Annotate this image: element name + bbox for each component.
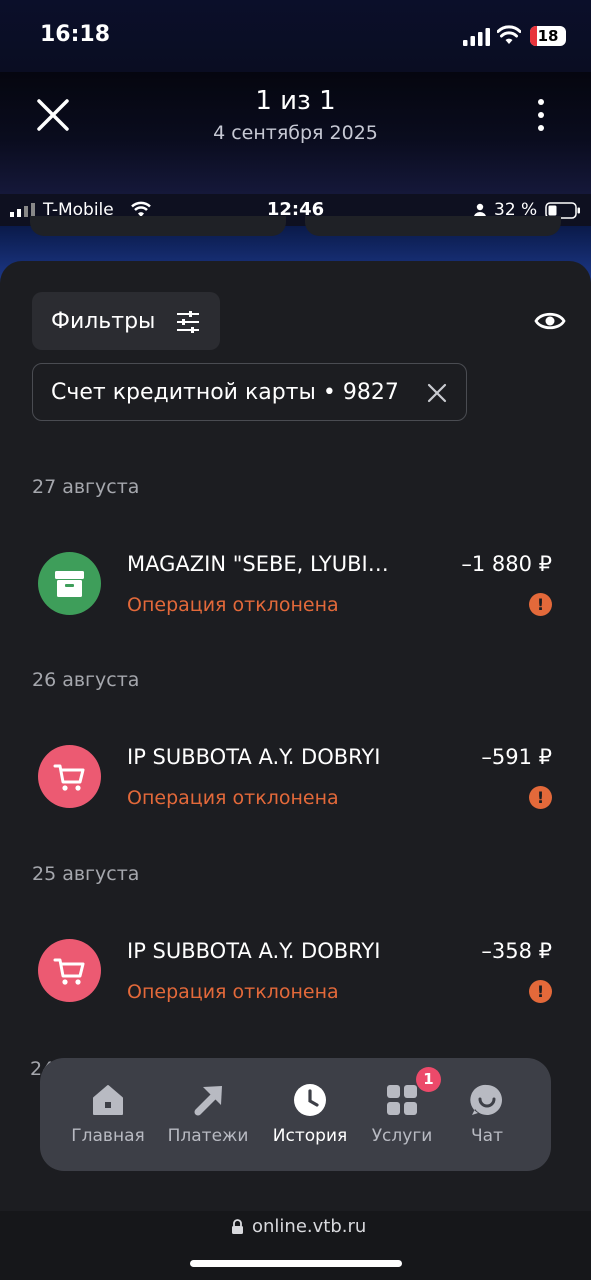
account-card-partial[interactable] — [30, 216, 286, 236]
transaction-status: Операция отклонена — [127, 787, 339, 809]
bottom-tab-bar: Главная Платежи История Услуги Чат 1 — [40, 1058, 551, 1171]
notification-badge: 1 — [416, 1067, 441, 1092]
browser-url-bar[interactable]: online.vtb.ru — [0, 1211, 591, 1280]
transaction-status: Операция отклонена — [127, 981, 339, 1003]
tab-history-label: История — [272, 1126, 348, 1146]
merchant-name: MAGAZIN "SEBE, LYUBI… — [127, 552, 389, 576]
filters-label: Фильтры — [51, 308, 156, 334]
chat-smile-icon — [470, 1084, 502, 1115]
tab-home-label: Главная — [71, 1126, 145, 1146]
person-icon — [474, 203, 486, 217]
warning-icon: ! — [529, 980, 552, 1003]
clock-icon — [294, 1084, 326, 1116]
date-header: 27 августа — [32, 476, 140, 498]
tab-history[interactable]: История — [266, 1058, 354, 1171]
wifi-icon — [497, 25, 521, 44]
shopping-cart-icon — [38, 939, 101, 1002]
date-header: 25 августа — [32, 863, 140, 885]
date-header: 26 августа — [32, 669, 140, 691]
battery-indicator: 18 — [530, 26, 566, 46]
active-filter-label: Счет кредитной карты • 9827 — [51, 379, 399, 405]
more-options-icon[interactable] — [531, 98, 551, 132]
merchant-name: IP SUBBOTA A.Y. DOBRYI — [127, 745, 381, 769]
transaction-amount: –591 ₽ — [481, 745, 552, 769]
tab-chat[interactable]: Чат — [456, 1058, 518, 1171]
merchant-name: IP SUBBOTA A.Y. DOBRYI — [127, 939, 381, 963]
active-filter-chip[interactable]: Счет кредитной карты • 9827 — [32, 363, 467, 421]
home-icon — [93, 1085, 123, 1115]
filters-button[interactable]: Фильтры — [32, 292, 220, 350]
archive-box-icon — [38, 552, 101, 615]
shopping-cart-icon — [38, 745, 101, 808]
photo-viewer-header: 1 из 1 4 сентября 2025 — [0, 72, 591, 194]
outer-status-bar: 16:18 18 — [0, 0, 591, 72]
sliders-icon — [177, 311, 199, 333]
tab-payments[interactable]: Платежи — [164, 1058, 252, 1171]
viewer-title: 1 из 1 — [255, 86, 336, 116]
grid-icon — [387, 1085, 417, 1115]
tab-services-label: Услуги — [371, 1126, 433, 1146]
transaction-amount: –1 880 ₽ — [461, 552, 552, 576]
viewer-date: 4 сентября 2025 — [213, 122, 378, 144]
url-text: online.vtb.ru — [252, 1216, 367, 1237]
arrow-icon — [194, 1086, 222, 1116]
warning-icon: ! — [529, 593, 552, 616]
home-indicator[interactable] — [190, 1260, 402, 1267]
outer-time: 16:18 — [40, 22, 111, 47]
cellular-signal-icon — [463, 28, 490, 46]
eye-icon[interactable] — [534, 305, 566, 337]
account-card-partial[interactable] — [305, 216, 561, 236]
tab-chat-label: Чат — [471, 1126, 503, 1146]
lock-icon — [232, 1219, 243, 1234]
chip-close-icon[interactable] — [427, 383, 447, 403]
tab-payments-label: Платежи — [167, 1126, 249, 1146]
tab-home[interactable]: Главная — [68, 1058, 148, 1171]
warning-icon: ! — [529, 786, 552, 809]
transaction-amount: –358 ₽ — [481, 939, 552, 963]
transaction-status: Операция отклонена — [127, 594, 339, 616]
